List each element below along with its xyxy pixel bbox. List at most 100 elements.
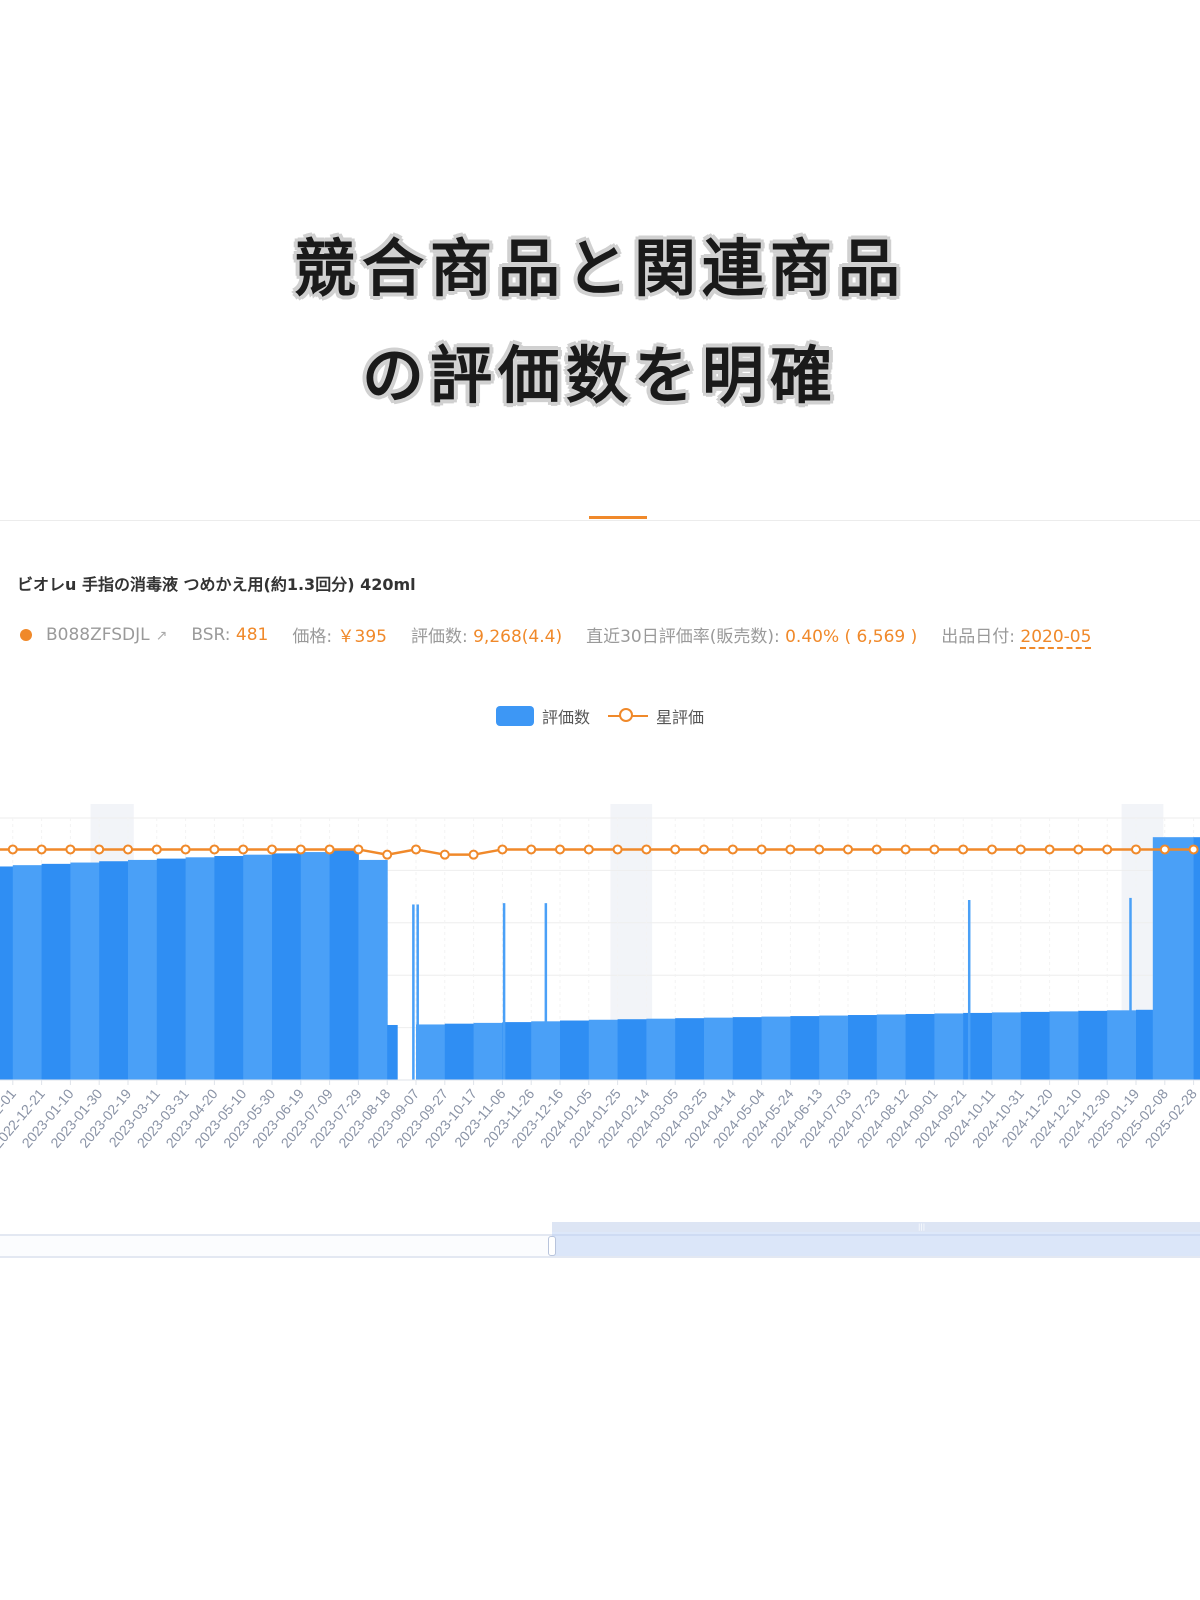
- star-rating-point: [123, 844, 133, 855]
- review-count-bar: [1107, 1010, 1137, 1080]
- star-rating-point: [411, 844, 421, 855]
- review-count-bar: [444, 1023, 475, 1080]
- review-count-bar: [675, 1018, 705, 1080]
- review-count-spike: [544, 903, 548, 1080]
- star-rating-point: [94, 844, 105, 855]
- slider-grip-icon[interactable]: |||: [918, 1223, 925, 1231]
- legend-line-swatch[interactable]: [608, 706, 648, 726]
- star-rating-point: [209, 844, 220, 855]
- star-rating-point: [1044, 844, 1055, 855]
- review-count-bar: [502, 1022, 532, 1080]
- legend-rating[interactable]: 星評価: [656, 704, 704, 728]
- data-zoom-slider[interactable]: |||: [0, 1222, 1200, 1258]
- slider-selected-range[interactable]: [552, 1222, 1200, 1256]
- review-count-spike: [967, 900, 971, 1080]
- review-count-bar: [761, 1016, 791, 1080]
- star-rating-point: [641, 844, 652, 855]
- review-count-spike: [1129, 897, 1132, 1080]
- star-rating-point: [814, 844, 825, 855]
- review-count-bar: [1020, 1011, 1051, 1080]
- star-rating-point: [756, 844, 767, 855]
- reviews: 評価数: 9,268(4.4): [411, 622, 562, 647]
- review-count-bar: [588, 1019, 619, 1080]
- chart-legend: 評価数 星評価: [0, 704, 1200, 728]
- asin-link[interactable]: B088ZFSDJL ↗: [46, 625, 167, 645]
- star-rating-point: [238, 844, 249, 855]
- review-chart: 2022-11-112022-12-012022-12-212023-01-10…: [0, 804, 1200, 1151]
- star-rating-point: [1159, 844, 1170, 855]
- asin: B088ZFSDJL: [46, 624, 150, 645]
- review-count-bar: [790, 1016, 820, 1080]
- star-rating-point: [36, 844, 47, 855]
- review-count-bar: [99, 861, 129, 1080]
- bsr-label: BSR:: [191, 624, 231, 645]
- review-count-bar: [646, 1018, 676, 1080]
- review-count-bar: [848, 1015, 878, 1080]
- review-count-bar: [329, 849, 359, 1080]
- tab-divider: [0, 520, 1200, 521]
- listed-date-value[interactable]: 2020-05: [1020, 627, 1092, 649]
- review-count-bar: [70, 862, 100, 1080]
- star-rating-point: [1131, 844, 1141, 855]
- review-count-bar: [732, 1017, 763, 1080]
- star-rating-point: [439, 849, 450, 860]
- product-title: ビオレu 手指の消毒液 つめかえ用(約1.3回分) 420ml: [17, 575, 416, 594]
- review-count-bar: [876, 1014, 907, 1080]
- star-rating-point: [727, 844, 738, 855]
- review-count-bar: [387, 1024, 398, 1080]
- star-rating-point: [267, 844, 277, 855]
- headline-line-1: 競合商品と関連商品: [293, 232, 906, 305]
- review-count-bar: [992, 1012, 1022, 1080]
- star-rating-point: [785, 844, 796, 855]
- review-count-bar: [963, 1012, 993, 1080]
- review-count-bar: [300, 852, 331, 1080]
- star-rating-point: [583, 844, 594, 855]
- star-rating-point: [295, 844, 306, 855]
- legend-bar-swatch[interactable]: [495, 706, 534, 726]
- review-count-bar: [0, 866, 14, 1080]
- review-count-bar: [560, 1020, 590, 1080]
- legend-reviews[interactable]: 評価数: [542, 704, 590, 728]
- status-dot-icon: [20, 628, 32, 641]
- star-rating-point: [526, 844, 537, 855]
- review-count-bar: [214, 855, 244, 1080]
- review-count-bar: [905, 1013, 935, 1080]
- review-count-bar: [1049, 1011, 1079, 1080]
- review-rate-value: 0.40% ( 6,569 ): [785, 627, 918, 647]
- price-label: 価格:: [292, 627, 333, 647]
- price-value: ￥395: [337, 627, 387, 647]
- listed-date: 出品日付: 2020-05: [941, 622, 1092, 649]
- listed-date-label: 出品日付:: [941, 627, 1015, 647]
- star-rating-point: [670, 844, 681, 855]
- reviews-value: 9,268(4.4): [473, 627, 563, 647]
- star-rating-point: [324, 844, 335, 855]
- star-rating-point: [699, 844, 709, 855]
- product-info-row: B088ZFSDJL ↗ BSR: 481 価格: ￥395 評価数: 9,268…: [20, 622, 1115, 649]
- star-rating-point: [555, 844, 565, 855]
- star-rating-point: [958, 844, 969, 855]
- review-count-bar: [1078, 1010, 1108, 1080]
- star-rating-point: [65, 844, 76, 855]
- review-count-bar: [243, 854, 273, 1080]
- star-rating-point: [871, 844, 882, 855]
- review-count-bar: [617, 1019, 647, 1080]
- star-rating-point: [7, 844, 18, 855]
- star-rating-point: [497, 844, 508, 855]
- review-count-bar: [156, 858, 187, 1080]
- review-rate-label: 直近30日評価率(販売数):: [586, 627, 780, 647]
- review-count-bar: [128, 859, 158, 1080]
- star-rating-point: [382, 849, 393, 860]
- review-count-bar: [934, 1013, 964, 1080]
- review-count-bar: [1193, 837, 1200, 1080]
- review-count-spike: [502, 903, 506, 1080]
- review-count-bar: [12, 865, 43, 1080]
- review-count-bar: [41, 863, 71, 1080]
- review-count-bar: [704, 1017, 734, 1080]
- slider-handle-left[interactable]: [548, 1236, 556, 1256]
- star-rating-point: [1188, 844, 1199, 855]
- external-link-icon[interactable]: ↗: [156, 628, 168, 644]
- star-rating-point: [468, 849, 479, 860]
- bsr: BSR: 481: [191, 625, 268, 645]
- star-rating-point: [612, 844, 623, 855]
- review-count-bar: [185, 857, 215, 1080]
